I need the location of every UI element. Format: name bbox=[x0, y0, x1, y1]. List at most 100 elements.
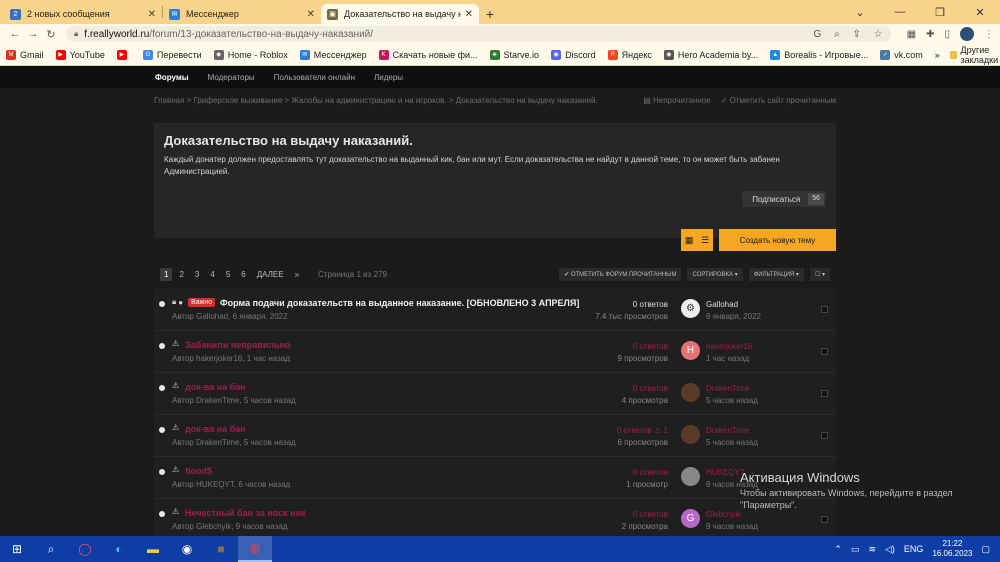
start-windows-icon[interactable]: ⊞ bbox=[0, 536, 34, 562]
topic-row[interactable]: 🔒︎ ● Важно Форма подачи доказательств на вы… bbox=[154, 289, 836, 331]
page-jump[interactable]: Страница 1 из 279 bbox=[318, 270, 387, 279]
close-icon[interactable]: ✕ bbox=[148, 9, 156, 20]
topic-select-checkbox[interactable] bbox=[821, 348, 828, 355]
topic-row[interactable]: ⚠ Нечестный бан за носк ник Автор Glebchyi… bbox=[154, 499, 836, 536]
page-5[interactable]: 5 bbox=[226, 270, 230, 279]
nav-leaders[interactable]: Лидеры bbox=[374, 73, 403, 82]
address-bar[interactable]: 🔒︎ f.reallyworld.ru/forum/13-доказательс… bbox=[66, 26, 891, 42]
topic-title[interactable]: док-ва на бан bbox=[185, 424, 246, 434]
select-button[interactable]: ☐ ▾ bbox=[809, 268, 830, 281]
topic-title[interactable]: Форма подачи доказательств на выданное н… bbox=[220, 298, 579, 308]
file-explorer-icon[interactable]: ▬ bbox=[136, 536, 170, 562]
new-tab-button[interactable]: + bbox=[479, 4, 501, 24]
avatar[interactable]: H bbox=[681, 341, 700, 360]
grid-view-icon[interactable]: ▦ bbox=[685, 235, 694, 246]
topic-row[interactable]: ⚠ док-ва на бан Автор DrakenTime, 5 часов … bbox=[154, 373, 836, 415]
unread-dot-icon[interactable] bbox=[159, 385, 165, 391]
bookmark-item[interactable]: M Gmail bbox=[6, 49, 44, 60]
clock[interactable]: 21:22 16.06.2023 bbox=[932, 539, 972, 559]
filter-button[interactable]: ФИЛЬТРАЦИЯ ▾ bbox=[748, 268, 804, 281]
notification-icon[interactable]: ▢ bbox=[981, 544, 990, 555]
last-page[interactable]: » bbox=[295, 270, 299, 279]
google-lens-icon[interactable]: G bbox=[814, 29, 822, 40]
forward-icon[interactable]: → bbox=[24, 28, 42, 40]
avatar[interactable] bbox=[681, 383, 700, 402]
page-1[interactable]: 1 bbox=[160, 268, 173, 281]
bookmarks-more-button[interactable]: » bbox=[935, 50, 940, 60]
close-icon[interactable]: ✕ bbox=[307, 9, 315, 20]
network-icon[interactable]: ▭ bbox=[851, 544, 860, 555]
maximize-icon[interactable]: ❐ bbox=[920, 0, 960, 24]
profile-avatar[interactable] bbox=[960, 27, 974, 41]
browser-tab-1[interactable]: 2 2 новых сообщения ✕ bbox=[4, 4, 162, 24]
unread-dot-icon[interactable] bbox=[159, 301, 165, 307]
page-3[interactable]: 3 bbox=[195, 270, 199, 279]
bookmark-item[interactable]: Я Яндекс bbox=[607, 49, 652, 60]
topic-title[interactable]: Нечестный бан за носк ник bbox=[185, 508, 306, 518]
unread-dot-icon[interactable] bbox=[159, 511, 165, 517]
topic-title[interactable]: Забанили неправильно bbox=[185, 340, 291, 350]
page-2[interactable]: 2 bbox=[179, 270, 183, 279]
bookmark-item[interactable]: ▶ YouTube bbox=[55, 49, 105, 60]
next-page[interactable]: ДАЛЕЕ bbox=[257, 270, 284, 279]
bookmark-item[interactable]: ◆ Home - Roblox bbox=[213, 49, 288, 60]
minecraft-icon[interactable]: ■ bbox=[204, 536, 238, 562]
back-icon[interactable]: ← bbox=[6, 28, 24, 40]
tab-search-icon[interactable]: ⌄ bbox=[840, 0, 880, 24]
obs-icon[interactable]: ◉ bbox=[170, 536, 204, 562]
opera-icon[interactable]: ◯ bbox=[68, 536, 102, 562]
bookmark-item[interactable]: ✉ Мессенджер bbox=[299, 49, 367, 60]
topic-select-checkbox[interactable] bbox=[821, 432, 828, 439]
list-view-icon[interactable]: ☰ bbox=[701, 235, 709, 246]
search-icon[interactable]: ⌕ bbox=[34, 536, 68, 562]
bookmark-item[interactable]: ▲ Borealis - Игровые... bbox=[770, 49, 868, 60]
extension-icon[interactable]: ▦ bbox=[907, 29, 916, 40]
puzzle-icon[interactable]: ✚ bbox=[926, 29, 934, 40]
lock-icon[interactable]: 🔒︎ bbox=[74, 29, 78, 39]
avatar[interactable] bbox=[681, 425, 700, 444]
topic-title[interactable]: flood$ bbox=[185, 466, 212, 476]
reload-icon[interactable]: ↻ bbox=[42, 28, 60, 41]
last-post-user[interactable]: hakerjoker16 bbox=[706, 341, 752, 353]
browser-tab-3-active[interactable]: ▣ Доказательство на выдачу нака ✕ bbox=[321, 4, 479, 24]
url-text[interactable]: f.reallyworld.ru/forum/13-доказательство… bbox=[84, 29, 803, 40]
last-post-user[interactable]: DrakenTime bbox=[706, 425, 758, 437]
other-bookmarks[interactable]: Другие закладки bbox=[961, 45, 1000, 65]
share-icon[interactable]: ⇪ bbox=[853, 29, 861, 40]
bookmark-item[interactable]: ◉ Discord bbox=[551, 49, 596, 60]
create-topic-button[interactable]: Создать новую тему bbox=[719, 229, 836, 251]
volume-icon[interactable]: ◁) bbox=[885, 544, 895, 555]
avatar[interactable]: ⚙ bbox=[681, 299, 700, 318]
breadcrumb[interactable]: Главная > Гриферское выживание > Жалобы … bbox=[154, 96, 598, 105]
language-indicator[interactable]: ENG bbox=[904, 544, 924, 554]
bookmark-star-icon[interactable]: ☆ bbox=[874, 29, 883, 40]
topic-row[interactable]: ⚠ док-ва на бан Автор DrakenTime, 5 часов … bbox=[154, 415, 836, 457]
chrome-icon[interactable]: ◍ bbox=[238, 536, 272, 562]
edge-icon[interactable]: ◐ bbox=[102, 536, 136, 562]
page-6[interactable]: 6 bbox=[241, 270, 245, 279]
avatar[interactable]: G bbox=[681, 509, 700, 528]
topic-select-checkbox[interactable] bbox=[821, 306, 828, 313]
unread-dot-icon[interactable] bbox=[159, 343, 165, 349]
topic-select-checkbox[interactable] bbox=[821, 516, 828, 523]
unread-link[interactable]: ▤ Непрочитанное bbox=[643, 96, 710, 105]
last-post-user[interactable]: Glebchyik bbox=[706, 509, 758, 521]
bookmark-item[interactable]: ▶ bbox=[116, 49, 131, 60]
browser-tab-2[interactable]: ✉ Мессенджер ✕ bbox=[163, 4, 321, 24]
topic-select-checkbox[interactable] bbox=[821, 390, 828, 397]
zoom-icon[interactable]: ⌕ bbox=[834, 29, 840, 40]
topic-title[interactable]: док-ва на бан bbox=[185, 382, 246, 392]
minimize-icon[interactable]: — bbox=[880, 0, 920, 24]
view-toggle[interactable]: ▦ ☰ bbox=[681, 229, 713, 251]
bookmark-item[interactable]: ♣ Starve.io bbox=[489, 49, 539, 60]
chevron-up-icon[interactable]: ⌃ bbox=[834, 544, 842, 555]
window-close-icon[interactable]: ✕ bbox=[960, 0, 1000, 24]
close-icon[interactable]: ✕ bbox=[465, 9, 473, 20]
sidepanel-icon[interactable]: ▯ bbox=[944, 29, 950, 40]
last-post-user[interactable]: HUKEQYT bbox=[706, 467, 758, 479]
topic-select-checkbox[interactable] bbox=[821, 474, 828, 481]
topic-row[interactable]: ⚠ Забанили неправильно Автор hakerjoker16,… bbox=[154, 331, 836, 373]
menu-icon[interactable]: ⋮ bbox=[984, 29, 994, 40]
wifi-icon[interactable]: ≋ bbox=[868, 544, 876, 555]
nav-forums[interactable]: Форумы bbox=[155, 73, 189, 82]
